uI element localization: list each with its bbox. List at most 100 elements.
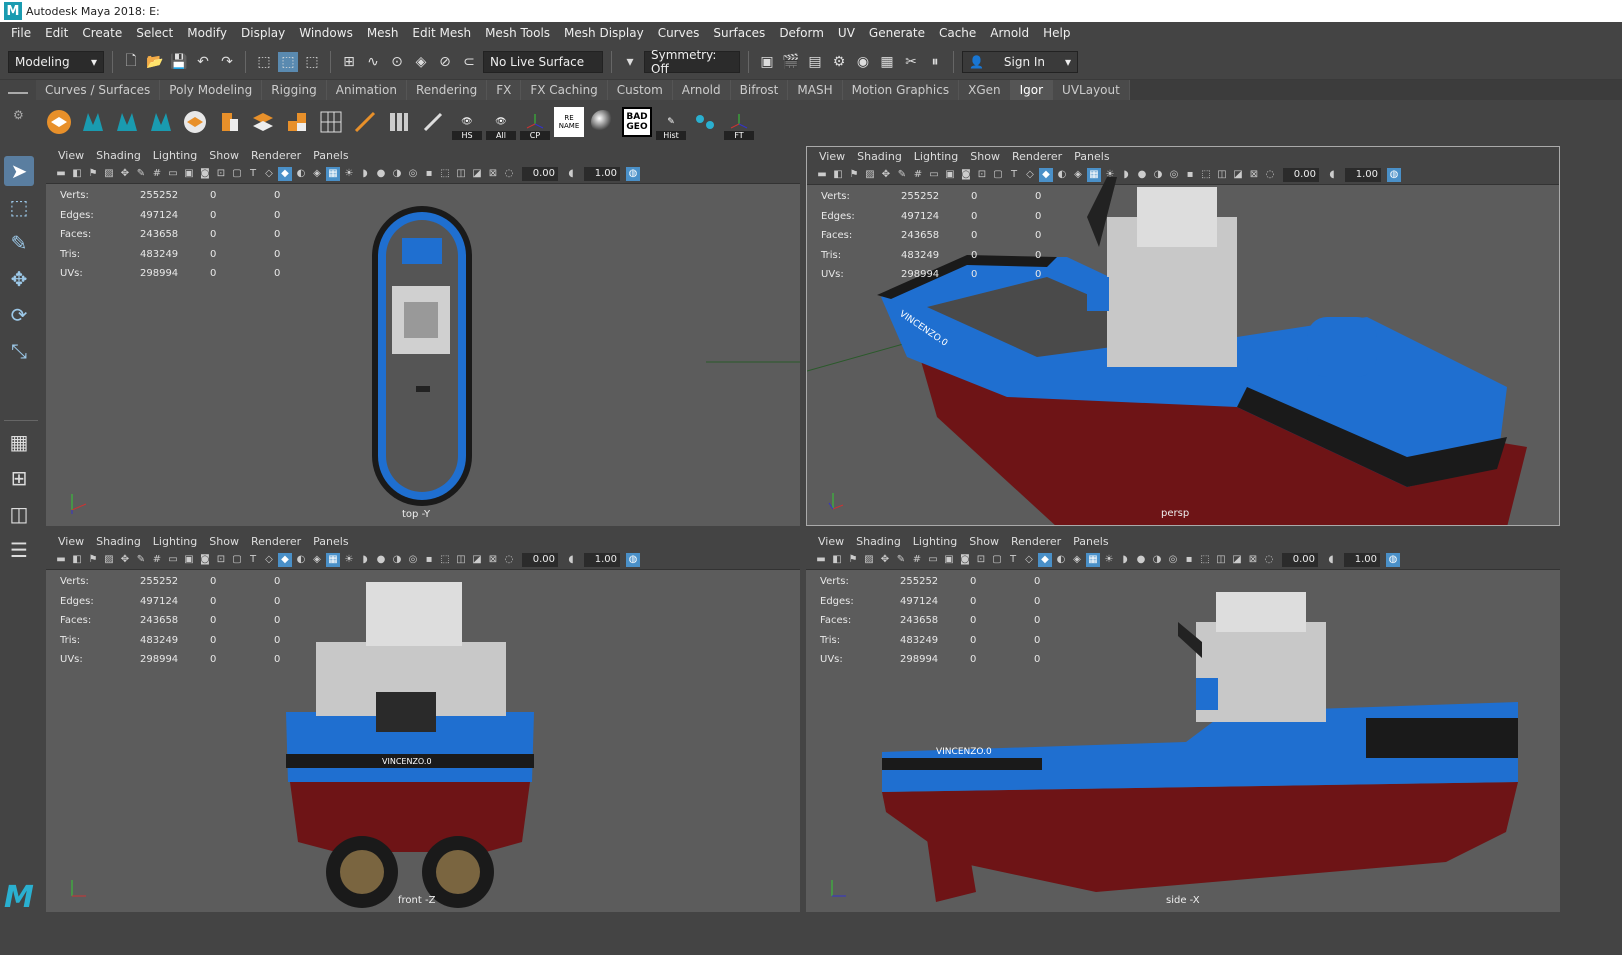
shelf-brush-icon[interactable] [418,107,448,137]
ipr-render-icon[interactable]: ▤ [805,52,825,72]
snap-point-icon[interactable]: ⊙ [387,52,407,72]
tab-xgen[interactable]: XGen [959,80,1011,100]
tab-curves-surfaces[interactable]: Curves / Surfaces [36,80,161,100]
rotate-tool-icon[interactable]: ⟳ [4,300,34,330]
menu-select[interactable]: Select [129,26,180,40]
viewport-persp[interactable]: View Shading Lighting Show Renderer Pane… [806,146,1560,526]
tab-uvlayout[interactable]: UVLayout [1053,80,1130,100]
sign-in-button[interactable]: 👤 Sign In ▾ [962,50,1078,73]
menu-generate[interactable]: Generate [862,26,932,40]
undo-icon[interactable]: ↶ [193,52,213,72]
select-component-icon[interactable]: ⬚ [302,52,322,72]
menu-file[interactable]: File [4,26,38,40]
tab-rendering[interactable]: Rendering [406,80,488,100]
shelf-boxes-icon[interactable] [282,107,312,137]
menu-edit[interactable]: Edit [38,26,75,40]
viewport-side[interactable]: View Shading Lighting Show Renderer Pane… [806,532,1560,912]
shelf-layer-icon[interactable] [44,107,74,137]
menu-edit-mesh[interactable]: Edit Mesh [405,26,478,40]
menu-arnold[interactable]: Arnold [983,26,1036,40]
shelf-sphere-icon[interactable] [588,107,618,137]
move-tool-icon[interactable]: ✥ [4,264,34,294]
tab-custom[interactable]: Custom [607,80,673,100]
tab-bifrost[interactable]: Bifrost [730,80,789,100]
new-scene-icon[interactable]: 🗋 [121,52,141,72]
shelf-cp-icon[interactable]: CP [520,107,550,140]
scale-tool-icon[interactable]: ⤡ [4,336,34,366]
shelf-pen-icon[interactable] [350,107,380,137]
render-view-icon[interactable]: ▣ [757,52,777,72]
shelf-planes-icon[interactable] [248,107,278,137]
viewport-top[interactable]: View Shading Lighting Show Renderer Pane… [46,146,800,526]
outliner-layout-icon[interactable]: ☰ [4,535,34,565]
four-view-layout-icon[interactable]: ⊞ [4,463,34,493]
shelf-extract-icon[interactable] [214,107,244,137]
shelf-settings-gear-icon[interactable]: ⚙ [13,108,36,122]
shelf-mesh-c-icon[interactable] [146,107,176,137]
shelf-pivot-icon[interactable] [690,107,720,137]
shelf-ft-icon[interactable]: FT [724,107,754,140]
open-scene-icon[interactable]: 📂 [145,52,165,72]
viewport-front[interactable]: View Shading Lighting Show Renderer Pane… [46,532,800,912]
menu-display[interactable]: Display [234,26,292,40]
paint-select-tool-icon[interactable]: ✎ [4,228,34,258]
redo-icon[interactable]: ↷ [217,52,237,72]
symmetry-dropdown[interactable]: Symmetry: Off [644,48,740,76]
menu-create[interactable]: Create [75,26,129,40]
snap-view-plane-icon[interactable]: ◈ [411,52,431,72]
menu-mesh-display[interactable]: Mesh Display [557,26,651,40]
two-view-layout-icon[interactable]: ◫ [4,499,34,529]
symmetry-dropdown-icon[interactable]: ▾ [620,52,640,72]
hud-value: 298994 [901,269,940,281]
tab-mash[interactable]: MASH [788,80,843,100]
menu-windows[interactable]: Windows [292,26,360,40]
pause-icon[interactable]: ⏸ [925,52,945,72]
live-surface-field[interactable]: No Live Surface [483,50,603,73]
menu-curves[interactable]: Curves [651,26,707,40]
menu-mesh-tools[interactable]: Mesh Tools [478,26,557,40]
lasso-tool-icon[interactable]: ⬚ [4,192,34,222]
menu-modify[interactable]: Modify [180,26,234,40]
shelf-menu-icon[interactable] [8,92,28,94]
shelf-mesh-a-icon[interactable] [78,107,108,137]
tab-poly-modeling[interactable]: Poly Modeling [160,80,263,100]
hypershade-icon[interactable]: ◉ [853,52,873,72]
tab-motion-graphics[interactable]: Motion Graphics [842,80,960,100]
shelf-grid-icon[interactable] [316,107,346,137]
tab-fx[interactable]: FX [487,80,522,100]
menu-cache[interactable]: Cache [932,26,983,40]
menu-uv[interactable]: UV [831,26,862,40]
arnold-ipr-icon[interactable]: ✂ [901,52,921,72]
snap-grid-icon[interactable]: ⊞ [339,52,359,72]
tab-fx-caching[interactable]: FX Caching [521,80,608,100]
snap-curve-icon[interactable]: ∿ [363,52,383,72]
menu-surfaces[interactable]: Surfaces [706,26,772,40]
select-hierarchy-icon[interactable]: ⬚ [254,52,274,72]
shelf-columns-icon[interactable] [384,107,414,137]
menu-set-dropdown[interactable]: Modeling ▾ [8,50,104,73]
shelf-hs-icon[interactable]: 👁 HS [452,107,482,140]
tab-igor[interactable]: Igor [1010,80,1054,100]
render-settings-icon[interactable]: ⚙ [829,52,849,72]
tab-animation[interactable]: Animation [326,80,407,100]
tab-rigging[interactable]: Rigging [262,80,327,100]
menu-deform[interactable]: Deform [772,26,831,40]
menu-mesh[interactable]: Mesh [360,26,406,40]
menu-help[interactable]: Help [1036,26,1077,40]
shelf-badgeo-icon[interactable]: BAD GEO [622,107,652,137]
shelf-all-icon[interactable]: 👁 All [486,107,516,140]
shelf-hist-icon[interactable]: ✎ Hist [656,107,686,140]
single-view-layout-icon[interactable]: ▦ [4,427,34,457]
tab-arnold[interactable]: Arnold [672,80,731,100]
snap-magnet-icon[interactable]: ⊂ [459,52,479,72]
render-frame-icon[interactable]: 🎬 [781,52,801,72]
shelf-mesh-b-icon[interactable] [112,107,142,137]
arnold-render-icon[interactable]: ▦ [877,52,897,72]
snap-live-icon[interactable]: ⊘ [435,52,455,72]
select-tool-icon[interactable]: ➤ [4,156,34,186]
save-scene-icon[interactable]: 💾 [169,52,189,72]
shelf-combine-icon[interactable] [180,107,210,137]
hud-label: Edges: [821,210,855,222]
shelf-rename-icon[interactable]: RE NAME [554,107,584,137]
select-object-icon[interactable]: ⬚ [278,51,298,72]
